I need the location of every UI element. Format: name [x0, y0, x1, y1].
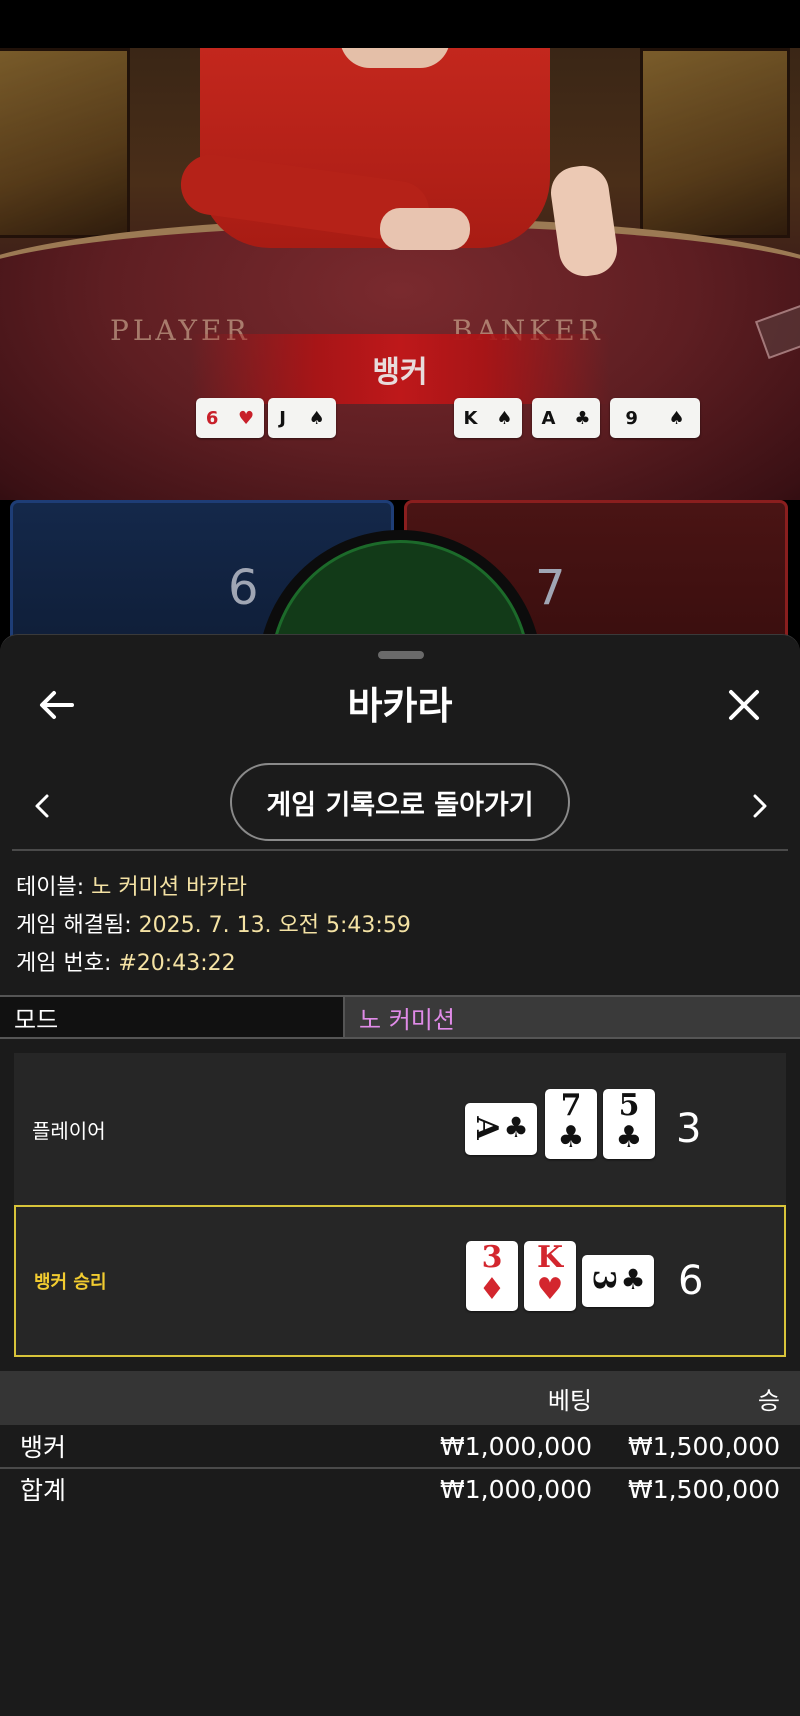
result-card: 5 ♣ — [603, 1089, 655, 1159]
sheet-title: 바카라 — [347, 684, 453, 728]
background-window — [640, 48, 790, 238]
back-to-history-button[interactable]: 게임 기록으로 돌아가기 — [230, 763, 570, 841]
table-info-value: 노 커미션 바카라 — [91, 875, 247, 900]
table-card: 6 ♥ — [196, 398, 264, 438]
game-number-info: 게임 번호: #20:43:22 — [16, 945, 236, 977]
result-card: 3 ♦ — [466, 1241, 518, 1311]
mode-row: 모드 노 커미션 — [0, 995, 800, 1039]
resolved-info: 게임 해결됨: 2025. 7. 13. 오전 5:43:59 — [16, 907, 411, 939]
banker-win-label: 뱅커 승리 — [34, 1272, 107, 1293]
banker-hand-total: 6 — [678, 1258, 704, 1304]
total-bet: ₩1,000,000 — [440, 1474, 592, 1504]
live-video: PLAYER BANKER 뱅커 6 ♥ J ♠ K ♠ A ♣ 9 ♠ — [0, 48, 800, 500]
player-hand-row: 플레이어 A ♣ 7 ♣ 5 ♣ 3 — [14, 1053, 786, 1205]
divider — [12, 849, 788, 851]
header-bet: 베팅 — [547, 1386, 592, 1415]
player-hand-total: 3 — [676, 1106, 702, 1152]
table-card: 9 ♠ — [610, 398, 700, 438]
table-card: A ♣ — [532, 398, 600, 438]
total-win: ₩1,500,000 — [628, 1474, 780, 1504]
table-row: 뱅커 ₩1,000,000 ₩1,500,000 — [0, 1425, 800, 1467]
result-card: 3 ♣ — [582, 1255, 654, 1307]
table-card: J ♠ — [268, 398, 336, 438]
win-amount: ₩1,500,000 — [628, 1431, 780, 1461]
background-window — [0, 48, 130, 238]
result-banner: 뱅커 — [190, 334, 610, 404]
chevron-left-icon — [35, 794, 49, 818]
mode-label: 모드 — [0, 997, 345, 1037]
bets-table-header: 베팅 승 — [0, 1371, 800, 1425]
drag-handle[interactable] — [378, 651, 424, 659]
player-score: 6 — [228, 560, 259, 616]
table-info-label: 테이블: — [16, 875, 85, 900]
dealer — [140, 48, 660, 288]
chevron-right-icon — [753, 794, 767, 818]
player-hand-label: 플레이어 — [32, 1118, 106, 1143]
status-bar — [0, 0, 800, 48]
close-icon — [729, 690, 759, 720]
total-label: 합계 — [20, 1476, 67, 1505]
previous-game-button[interactable] — [22, 781, 62, 831]
next-game-button[interactable] — [740, 781, 780, 831]
mode-value: 노 커미션 — [345, 997, 800, 1037]
table-info: 테이블: 노 커미션 바카라 — [16, 869, 247, 901]
banker-score: 7 — [535, 560, 566, 616]
bet-name: 뱅커 — [20, 1433, 67, 1462]
resolved-info-label: 게임 해결됨: — [16, 913, 132, 938]
result-banner-text: 뱅커 — [372, 355, 428, 390]
table-row-total: 합계 ₩1,000,000 ₩1,500,000 — [0, 1467, 800, 1509]
banker-hand-row: 뱅커 승리 3 ♦ K ♥ 3 ♣ 6 — [14, 1205, 786, 1357]
bet-amount: ₩1,000,000 — [440, 1431, 592, 1461]
result-card: K ♥ — [524, 1241, 576, 1311]
result-card: A ♣ — [465, 1103, 537, 1155]
close-button[interactable] — [712, 673, 776, 737]
game-number-label: 게임 번호: — [16, 951, 112, 976]
game-detail-sheet: 바카라 게임 기록으로 돌아가기 테이블: 노 커미션 바카라 게임 해결됨: … — [0, 634, 800, 1716]
result-card: 7 ♣ — [545, 1089, 597, 1159]
resolved-info-value: 2025. 7. 13. 오전 5:43:59 — [138, 913, 411, 938]
header-win: 승 — [757, 1386, 780, 1415]
table-card: K ♠ — [454, 398, 522, 438]
game-number-value: #20:43:22 — [118, 951, 236, 976]
